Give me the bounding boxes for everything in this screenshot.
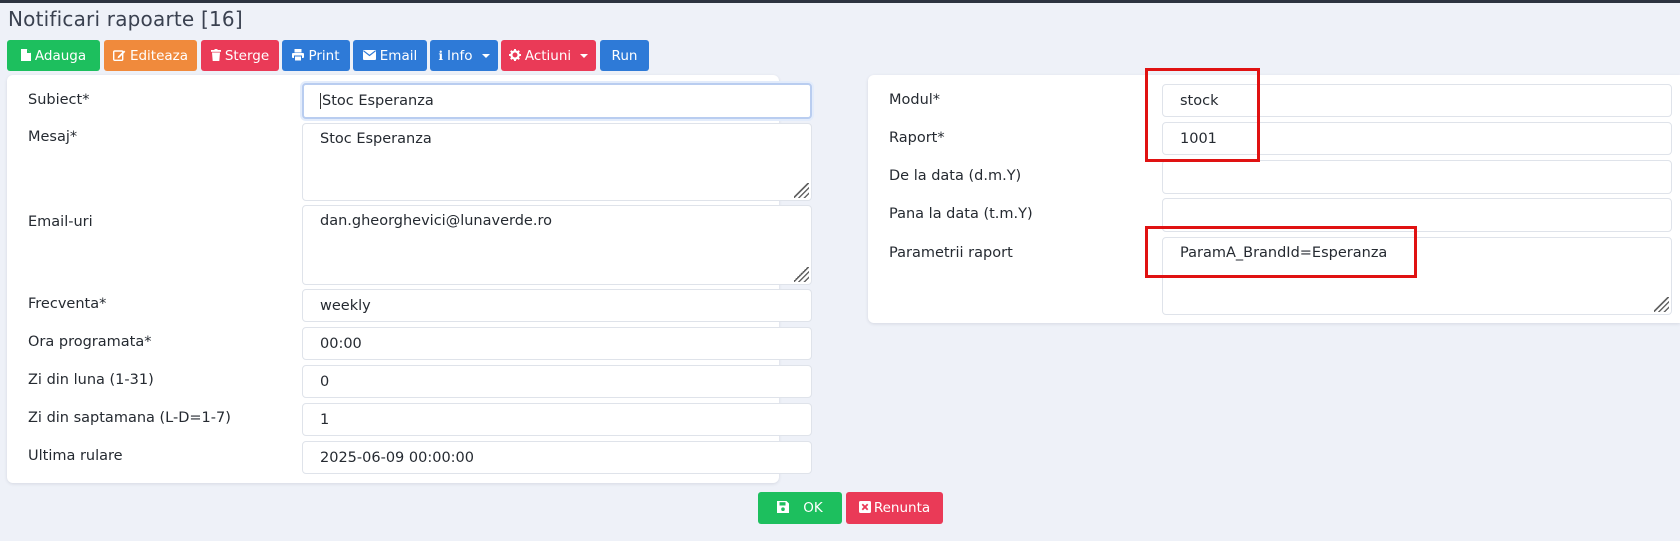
add-button[interactable]: Adauga — [7, 40, 100, 71]
emails-label: Email-uri — [28, 214, 93, 230]
close-box-icon — [858, 501, 871, 515]
ok-button-label: OK — [803, 500, 823, 516]
resize-handle-icon[interactable] — [1654, 297, 1669, 312]
info-button-label: Info — [447, 47, 473, 64]
add-button-label: Adauga — [34, 47, 87, 64]
frequency-value: weekly — [320, 297, 371, 314]
date-from-label: De la data (d.m.Y) — [889, 168, 1022, 184]
emails-textarea[interactable]: dan.gheorghevici@lunaverde.ro — [302, 205, 812, 285]
envelope-icon — [362, 49, 376, 62]
message-textarea[interactable]: Stoc Esperanza — [302, 123, 812, 201]
edit-icon — [112, 49, 126, 63]
cancel-button-label: Renunta — [873, 500, 931, 516]
chevron-down-icon — [481, 53, 490, 58]
info-dropdown-button[interactable]: i Info — [430, 40, 498, 71]
subject-value: Stoc Esperanza — [322, 93, 434, 109]
frequency-label: Frecventa* — [28, 296, 107, 312]
gear-icon — [508, 48, 521, 63]
day-of-week-input[interactable]: 1 — [302, 403, 812, 436]
resize-handle-icon[interactable] — [794, 183, 809, 198]
last-run-value: 2025-06-09 00:00:00 — [320, 449, 474, 466]
subject-label: Subiect* — [28, 92, 90, 108]
text-cursor — [320, 93, 321, 109]
scheduled-hour-input[interactable]: 00:00 — [302, 327, 812, 360]
report-label: Raport* — [889, 130, 945, 146]
print-icon — [292, 48, 305, 63]
file-icon — [20, 48, 31, 63]
module-value: stock — [1180, 92, 1219, 109]
day-of-month-input[interactable]: 0 — [302, 365, 812, 398]
actions-button-label: Actiuni — [524, 47, 572, 64]
date-from-input[interactable] — [1162, 160, 1672, 194]
params-value: ParamA_BrandId=Esperanza — [1180, 245, 1388, 261]
top-border — [0, 0, 1680, 3]
params-label: Parametrii raport — [889, 245, 1013, 261]
module-label: Modul* — [889, 92, 941, 108]
emails-value: dan.gheorghevici@lunaverde.ro — [320, 213, 552, 229]
message-label: Mesaj* — [28, 129, 78, 145]
cancel-button[interactable]: Renunta — [846, 492, 943, 524]
date-to-input[interactable] — [1162, 198, 1672, 232]
run-button[interactable]: Run — [600, 40, 649, 71]
report-value: 1001 — [1180, 130, 1217, 147]
resize-handle-icon[interactable] — [794, 267, 809, 282]
params-textarea[interactable]: ParamA_BrandId=Esperanza — [1162, 237, 1672, 315]
info-icon: i — [438, 48, 443, 63]
last-run-input[interactable]: 2025-06-09 00:00:00 — [302, 441, 812, 474]
print-button[interactable]: Print — [282, 40, 350, 71]
subject-input[interactable]: Stoc Esperanza — [302, 83, 812, 119]
frequency-select[interactable]: weekly — [302, 289, 812, 322]
chevron-down-icon — [580, 53, 589, 58]
delete-button-label: Sterge — [224, 47, 270, 64]
run-button-label: Run — [611, 47, 638, 64]
day-of-week-label: Zi din saptamana (L-D=1-7) — [28, 410, 231, 426]
day-of-month-label: Zi din luna (1-31) — [28, 372, 154, 388]
delete-button[interactable]: Sterge — [201, 40, 279, 71]
trash-icon — [210, 48, 221, 63]
print-button-label: Print — [308, 47, 340, 64]
scheduled-hour-value: 00:00 — [320, 335, 362, 352]
edit-button-label: Editeaza — [129, 47, 189, 64]
message-value: Stoc Esperanza — [320, 131, 432, 147]
date-to-label: Pana la data (t.m.Y) — [889, 206, 1033, 222]
scheduled-hour-label: Ora programata* — [28, 334, 152, 350]
email-button-label: Email — [379, 47, 418, 64]
email-button[interactable]: Email — [353, 40, 427, 71]
page-title: Notificari rapoarte [16] — [8, 7, 243, 31]
day-of-week-value: 1 — [320, 411, 330, 428]
save-icon — [777, 501, 790, 515]
day-of-month-value: 0 — [320, 373, 330, 390]
module-select[interactable]: stock — [1162, 84, 1672, 117]
report-input[interactable]: 1001 — [1162, 122, 1672, 155]
last-run-label: Ultima rulare — [28, 448, 123, 464]
ok-button[interactable]: OK — [758, 492, 842, 524]
edit-button[interactable]: Editeaza — [104, 40, 197, 71]
actions-dropdown-button[interactable]: Actiuni — [501, 40, 596, 71]
